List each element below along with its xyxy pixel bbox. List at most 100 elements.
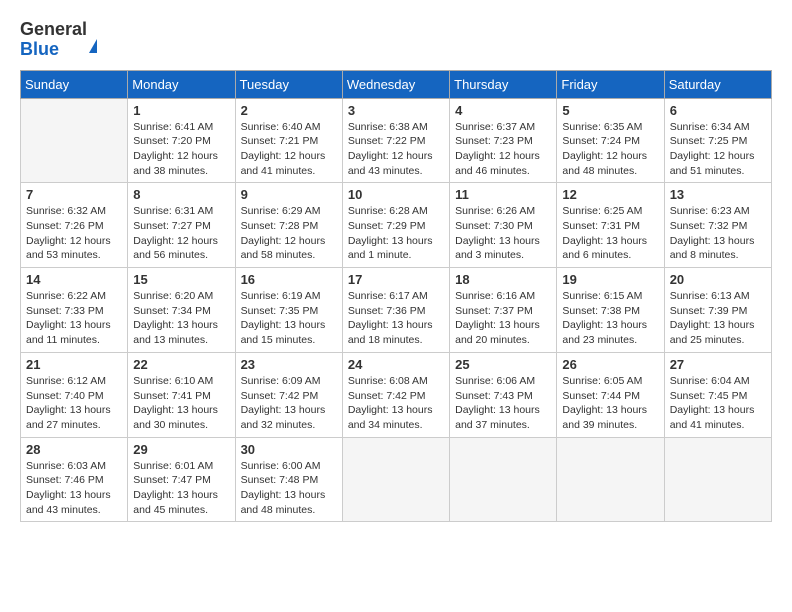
day-info: Sunrise: 6:41 AMSunset: 7:20 PMDaylight:… xyxy=(133,120,229,179)
day-info: Sunrise: 6:17 AMSunset: 7:36 PMDaylight:… xyxy=(348,289,444,348)
day-info: Sunrise: 6:28 AMSunset: 7:29 PMDaylight:… xyxy=(348,204,444,263)
day-number: 9 xyxy=(241,187,337,202)
day-number: 24 xyxy=(348,357,444,372)
day-info: Sunrise: 6:32 AMSunset: 7:26 PMDaylight:… xyxy=(26,204,122,263)
day-info: Sunrise: 6:06 AMSunset: 7:43 PMDaylight:… xyxy=(455,374,551,433)
day-number: 25 xyxy=(455,357,551,372)
calendar-cell: 14 Sunrise: 6:22 AMSunset: 7:33 PMDayligh… xyxy=(21,268,128,353)
weekday-header: Wednesday xyxy=(342,70,449,98)
weekday-header: Tuesday xyxy=(235,70,342,98)
day-number: 22 xyxy=(133,357,229,372)
day-info: Sunrise: 6:26 AMSunset: 7:30 PMDaylight:… xyxy=(455,204,551,263)
calendar-cell: 8 Sunrise: 6:31 AMSunset: 7:27 PMDaylight… xyxy=(128,183,235,268)
day-number: 20 xyxy=(670,272,766,287)
logo-icon xyxy=(89,19,97,53)
day-info: Sunrise: 6:34 AMSunset: 7:25 PMDaylight:… xyxy=(670,120,766,179)
day-info: Sunrise: 6:38 AMSunset: 7:22 PMDaylight:… xyxy=(348,120,444,179)
calendar-cell: 5 Sunrise: 6:35 AMSunset: 7:24 PMDaylight… xyxy=(557,98,664,183)
calendar-cell: 20 Sunrise: 6:13 AMSunset: 7:39 PMDayligh… xyxy=(664,268,771,353)
day-number: 13 xyxy=(670,187,766,202)
calendar-cell: 4 Sunrise: 6:37 AMSunset: 7:23 PMDaylight… xyxy=(450,98,557,183)
day-number: 15 xyxy=(133,272,229,287)
day-info: Sunrise: 6:04 AMSunset: 7:45 PMDaylight:… xyxy=(670,374,766,433)
weekday-header: Sunday xyxy=(21,70,128,98)
day-info: Sunrise: 6:03 AMSunset: 7:46 PMDaylight:… xyxy=(26,459,122,518)
day-number: 8 xyxy=(133,187,229,202)
calendar-cell: 29 Sunrise: 6:01 AMSunset: 7:47 PMDayligh… xyxy=(128,437,235,522)
calendar-cell xyxy=(450,437,557,522)
day-info: Sunrise: 6:01 AMSunset: 7:47 PMDaylight:… xyxy=(133,459,229,518)
day-number: 23 xyxy=(241,357,337,372)
weekday-header: Saturday xyxy=(664,70,771,98)
day-number: 14 xyxy=(26,272,122,287)
logo: General Blue xyxy=(20,20,97,60)
calendar-cell: 6 Sunrise: 6:34 AMSunset: 7:25 PMDaylight… xyxy=(664,98,771,183)
calendar-cell: 10 Sunrise: 6:28 AMSunset: 7:29 PMDayligh… xyxy=(342,183,449,268)
day-info: Sunrise: 6:40 AMSunset: 7:21 PMDaylight:… xyxy=(241,120,337,179)
day-number: 3 xyxy=(348,103,444,118)
day-number: 21 xyxy=(26,357,122,372)
calendar-cell: 23Sunrise: 6:09 AMSunset: 7:42 PMDayligh… xyxy=(235,352,342,437)
calendar-cell: 15 Sunrise: 6:20 AMSunset: 7:34 PMDayligh… xyxy=(128,268,235,353)
calendar-cell: 13 Sunrise: 6:23 AMSunset: 7:32 PMDayligh… xyxy=(664,183,771,268)
day-info: Sunrise: 6:19 AMSunset: 7:35 PMDaylight:… xyxy=(241,289,337,348)
calendar-cell: 11 Sunrise: 6:26 AMSunset: 7:30 PMDayligh… xyxy=(450,183,557,268)
day-info: Sunrise: 6:08 AMSunset: 7:42 PMDaylight:… xyxy=(348,374,444,433)
calendar-cell: 24 Sunrise: 6:08 AMSunset: 7:42 PMDayligh… xyxy=(342,352,449,437)
weekday-header: Friday xyxy=(557,70,664,98)
calendar-table: SundayMondayTuesdayWednesdayThursdayFrid… xyxy=(20,70,772,523)
calendar-cell xyxy=(664,437,771,522)
day-number: 6 xyxy=(670,103,766,118)
day-number: 27 xyxy=(670,357,766,372)
day-info: Sunrise: 6:13 AMSunset: 7:39 PMDaylight:… xyxy=(670,289,766,348)
weekday-header: Monday xyxy=(128,70,235,98)
day-number: 7 xyxy=(26,187,122,202)
day-info: Sunrise: 6:00 AMSunset: 7:48 PMDaylight:… xyxy=(241,459,337,518)
day-number: 19 xyxy=(562,272,658,287)
day-info: Sunrise: 6:22 AMSunset: 7:33 PMDaylight:… xyxy=(26,289,122,348)
page-header: General Blue xyxy=(20,20,772,60)
day-info: Sunrise: 6:05 AMSunset: 7:44 PMDaylight:… xyxy=(562,374,658,433)
weekday-header: Thursday xyxy=(450,70,557,98)
day-number: 11 xyxy=(455,187,551,202)
day-number: 29 xyxy=(133,442,229,457)
day-number: 10 xyxy=(348,187,444,202)
day-number: 2 xyxy=(241,103,337,118)
day-number: 1 xyxy=(133,103,229,118)
calendar-cell: 7 Sunrise: 6:32 AMSunset: 7:26 PMDaylight… xyxy=(21,183,128,268)
day-number: 12 xyxy=(562,187,658,202)
calendar-cell: 27 Sunrise: 6:04 AMSunset: 7:45 PMDayligh… xyxy=(664,352,771,437)
day-number: 5 xyxy=(562,103,658,118)
calendar-cell: 18 Sunrise: 6:16 AMSunset: 7:37 PMDayligh… xyxy=(450,268,557,353)
day-info: Sunrise: 6:16 AMSunset: 7:37 PMDaylight:… xyxy=(455,289,551,348)
day-number: 26 xyxy=(562,357,658,372)
calendar-cell: 26 Sunrise: 6:05 AMSunset: 7:44 PMDayligh… xyxy=(557,352,664,437)
day-info: Sunrise: 6:37 AMSunset: 7:23 PMDaylight:… xyxy=(455,120,551,179)
day-info: Sunrise: 6:10 AMSunset: 7:41 PMDaylight:… xyxy=(133,374,229,433)
calendar-cell: 17 Sunrise: 6:17 AMSunset: 7:36 PMDayligh… xyxy=(342,268,449,353)
day-number: 4 xyxy=(455,103,551,118)
day-info: Sunrise: 6:31 AMSunset: 7:27 PMDaylight:… xyxy=(133,204,229,263)
day-number: 30 xyxy=(241,442,337,457)
calendar-cell: 25 Sunrise: 6:06 AMSunset: 7:43 PMDayligh… xyxy=(450,352,557,437)
day-info: Sunrise: 6:23 AMSunset: 7:32 PMDaylight:… xyxy=(670,204,766,263)
calendar-cell: 28 Sunrise: 6:03 AMSunset: 7:46 PMDayligh… xyxy=(21,437,128,522)
day-number: 28 xyxy=(26,442,122,457)
calendar-cell: 2 Sunrise: 6:40 AMSunset: 7:21 PMDaylight… xyxy=(235,98,342,183)
logo-blue: Blue xyxy=(20,39,59,59)
day-info: Sunrise: 6:35 AMSunset: 7:24 PMDaylight:… xyxy=(562,120,658,179)
calendar-cell: 22 Sunrise: 6:10 AMSunset: 7:41 PMDayligh… xyxy=(128,352,235,437)
day-info: Sunrise: 6:12 AMSunset: 7:40 PMDaylight:… xyxy=(26,374,122,433)
calendar-cell xyxy=(557,437,664,522)
calendar-cell: 1 Sunrise: 6:41 AMSunset: 7:20 PMDaylight… xyxy=(128,98,235,183)
calendar-cell: 30 Sunrise: 6:00 AMSunset: 7:48 PMDayligh… xyxy=(235,437,342,522)
day-info: Sunrise: 6:29 AMSunset: 7:28 PMDaylight:… xyxy=(241,204,337,263)
day-number: 18 xyxy=(455,272,551,287)
calendar-cell: 21 Sunrise: 6:12 AMSunset: 7:40 PMDayligh… xyxy=(21,352,128,437)
calendar-cell xyxy=(342,437,449,522)
calendar-cell: 9 Sunrise: 6:29 AMSunset: 7:28 PMDaylight… xyxy=(235,183,342,268)
calendar-cell: 16Sunrise: 6:19 AMSunset: 7:35 PMDayligh… xyxy=(235,268,342,353)
calendar-cell: 12Sunrise: 6:25 AMSunset: 7:31 PMDayligh… xyxy=(557,183,664,268)
day-info: Sunrise: 6:20 AMSunset: 7:34 PMDaylight:… xyxy=(133,289,229,348)
day-number: 17 xyxy=(348,272,444,287)
